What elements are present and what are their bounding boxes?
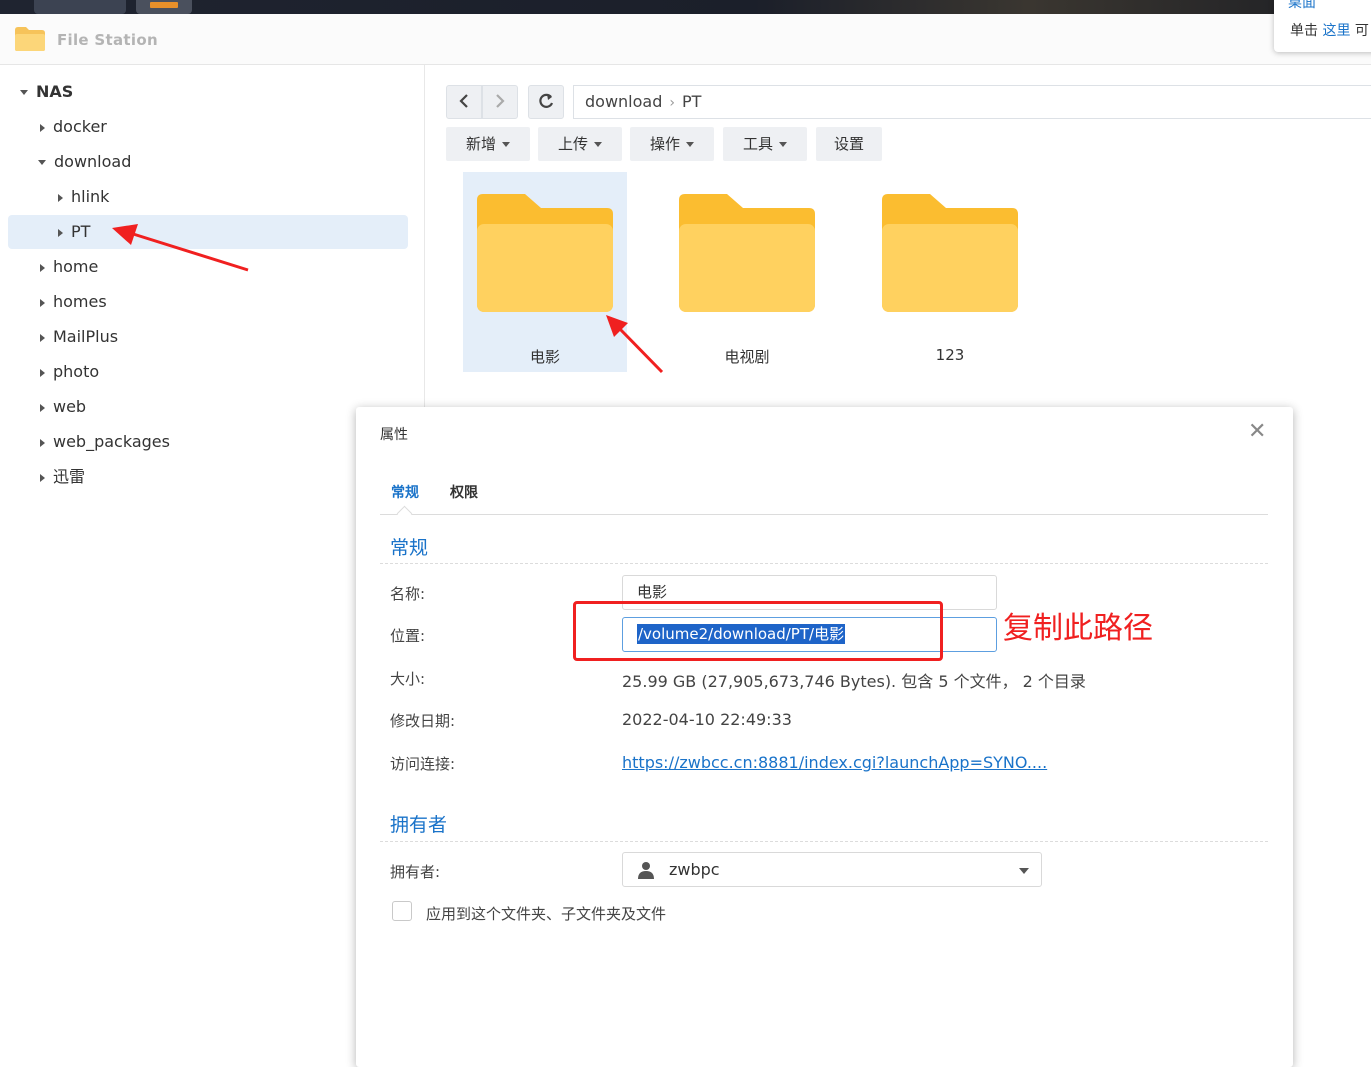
annotation-arrow-icon <box>606 315 664 374</box>
annotation-arrows <box>112 224 664 374</box>
annotation-arrow-icon <box>112 224 249 272</box>
